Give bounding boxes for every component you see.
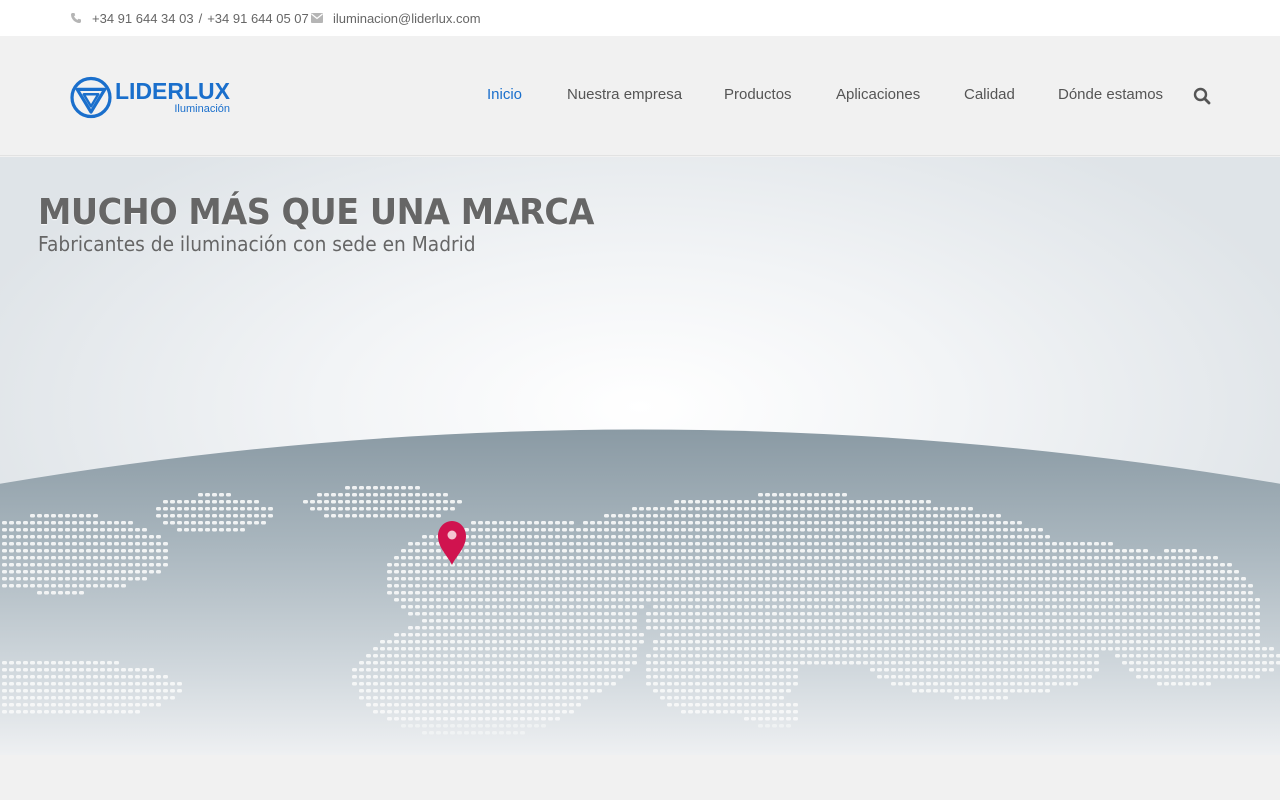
brand-tagline: Iluminación — [174, 102, 230, 115]
hero-subtitle: Fabricantes de iluminación con sede en M… — [38, 232, 476, 256]
phone-icon — [71, 13, 81, 23]
search-icon — [1193, 87, 1211, 105]
nav-item-aplicaciones[interactable]: Aplicaciones — [836, 86, 920, 103]
hero-banner: MUCHO MÁS QUE UNA MARCA Fabricantes de i… — [0, 157, 1280, 755]
email-contact: iluminacion@liderlux.com — [311, 0, 481, 36]
nav-item-productos[interactable]: Productos — [724, 86, 792, 103]
nav-item-donde-estamos[interactable]: Dónde estamos — [1058, 86, 1163, 103]
nav-item-calidad[interactable]: Calidad — [964, 86, 1015, 103]
email-link[interactable]: iluminacion@liderlux.com — [333, 11, 481, 26]
search-button[interactable] — [1193, 87, 1211, 105]
phone-contact: +34 91 644 34 03 / +34 91 644 05 07 — [70, 0, 309, 36]
phone-number-2[interactable]: +34 91 644 05 07 — [207, 11, 309, 26]
liderlux-logo-icon — [70, 76, 112, 118]
envelope-icon — [311, 13, 323, 23]
phone-separator: / — [198, 10, 203, 26]
nav-item-nuestra-empresa[interactable]: Nuestra empresa — [567, 86, 682, 103]
nav-item-inicio[interactable]: Inicio — [487, 86, 522, 103]
top-contact-bar: +34 91 644 34 03 / +34 91 644 05 07 ilum… — [0, 0, 1280, 36]
phone-number-1[interactable]: +34 91 644 34 03 — [92, 11, 194, 26]
page-bottom-band — [0, 755, 1280, 800]
brand-name: LIDERLUX — [115, 77, 230, 104]
hero-title: MUCHO MÁS QUE UNA MARCA — [38, 192, 594, 233]
brand-logo[interactable]: LIDERLUX Iluminación — [70, 71, 230, 123]
site-header: LIDERLUX Iluminación Inicio Nuestra empr… — [0, 36, 1280, 156]
